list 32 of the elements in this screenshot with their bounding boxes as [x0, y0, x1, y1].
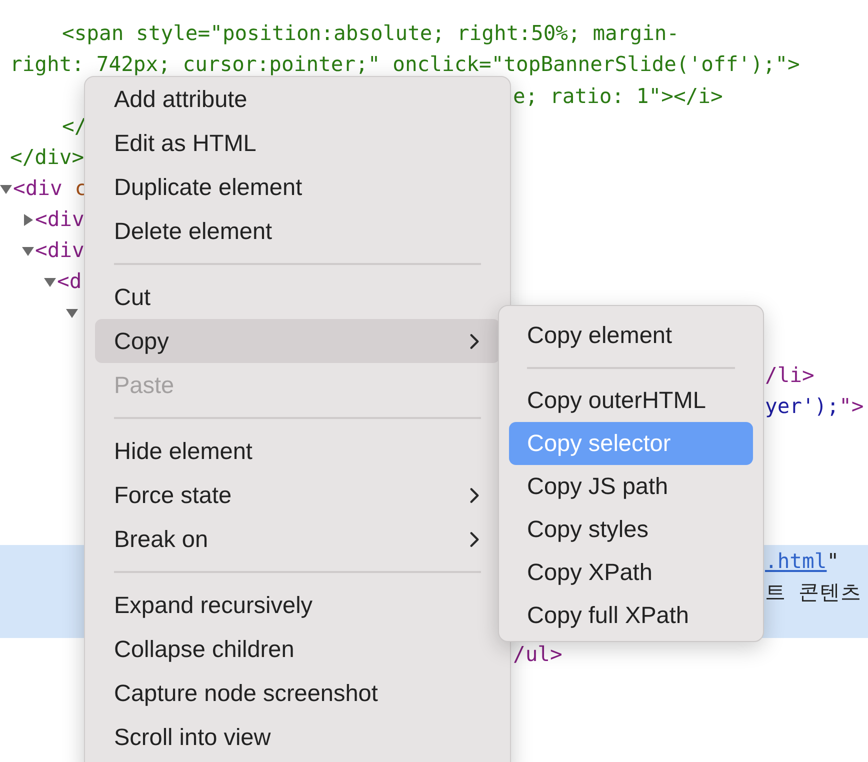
menu-item[interactable]: Edit as HTML: [95, 121, 500, 165]
code-line: /ul>: [513, 642, 562, 666]
menu-item[interactable]: Copy JS path: [509, 465, 753, 508]
menu-item[interactable]: Expand recursively: [95, 583, 500, 627]
menu-item[interactable]: Force state: [95, 473, 500, 517]
menu-item[interactable]: Copy styles: [509, 508, 753, 551]
code-line: e; ratio: 1"></i>: [513, 84, 723, 108]
menu-item[interactable]: Add attribute: [95, 77, 500, 121]
menu-item[interactable]: Copy outerHTML: [509, 379, 753, 422]
code-line: <d: [57, 271, 82, 292]
menu-item[interactable]: Copy: [95, 319, 500, 363]
menu-item[interactable]: Copy element: [509, 314, 753, 357]
code-line: .html": [765, 548, 840, 572]
code-line: /li>: [765, 362, 814, 386]
code-line: <div: [35, 240, 84, 261]
menu-item[interactable]: Duplicate element: [95, 165, 500, 209]
code-line: </div>: [10, 147, 84, 168]
code-line: </: [62, 116, 87, 137]
menu-item[interactable]: Copy full XPath: [509, 594, 753, 637]
menu-item[interactable]: Capture node screenshot: [95, 671, 500, 715]
menu-item[interactable]: Hide element: [95, 429, 500, 473]
menu-item[interactable]: Collapse children: [95, 627, 500, 671]
menu-item[interactable]: Cut: [95, 275, 500, 319]
menu-item[interactable]: Scroll into view: [95, 715, 500, 759]
menu-item[interactable]: Break on: [95, 517, 500, 561]
code-line: <span style="position:absolute; right:50%; margin-: [62, 23, 680, 44]
menu-item[interactable]: Delete element: [95, 209, 500, 253]
code-line: 트 콘텐츠: [765, 580, 862, 604]
code-line: right: 742px; cursor:pointer;" onclick="topBannerSlide('off');">: [10, 54, 800, 75]
code-line: yer');">: [765, 394, 864, 418]
code-line: <div: [35, 209, 84, 230]
menu-item[interactable]: Copy XPath: [509, 551, 753, 594]
